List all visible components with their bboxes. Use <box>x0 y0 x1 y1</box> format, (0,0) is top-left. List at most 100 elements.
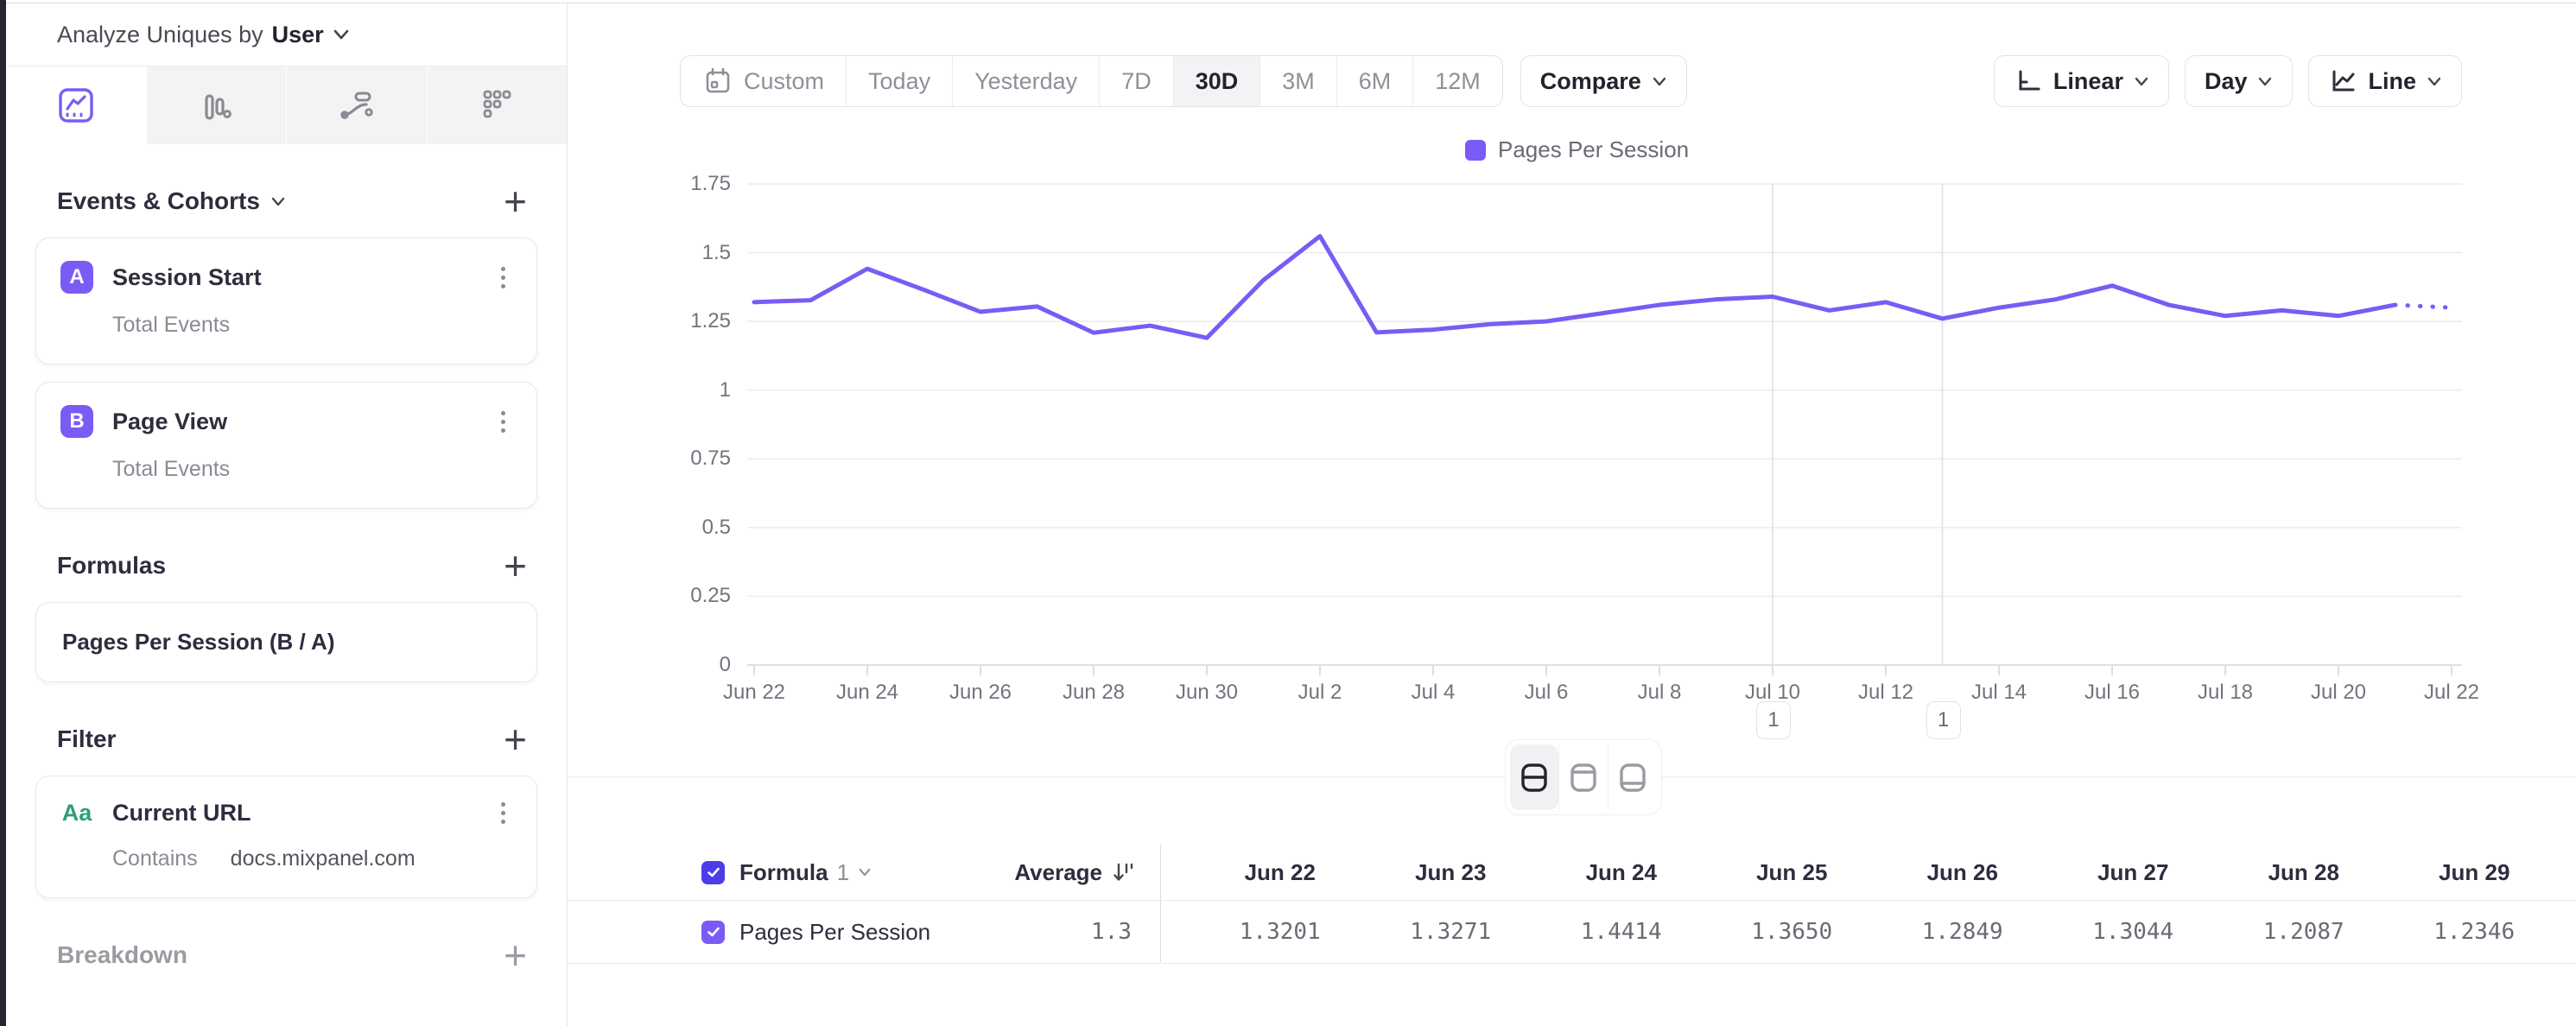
layout-toggle-group <box>1505 739 1662 815</box>
filter-menu-button[interactable] <box>494 799 512 827</box>
date-column-header: Jun 28 <box>2218 859 2389 886</box>
value-cell: 1.3201 <box>1195 919 1366 945</box>
filter-card-current-url[interactable]: Aa Current URL Contains docs.mixpanel.co… <box>35 776 537 898</box>
event-aggregation[interactable]: Total Events <box>112 313 230 338</box>
event-menu-button[interactable] <box>494 263 512 292</box>
layout-top-icon <box>1566 760 1601 795</box>
events-cohorts-title[interactable]: Events & Cohorts <box>57 187 286 215</box>
date-column-headers: Jun 22Jun 23Jun 24Jun 25Jun 26Jun 27Jun … <box>1195 859 2560 886</box>
formulas-title: Formulas <box>57 552 166 580</box>
date-column-header: Jun 26 <box>1877 859 2048 886</box>
date-column-header: Jun 23 <box>1366 859 1537 886</box>
add-breakdown-button[interactable]: + <box>504 942 537 968</box>
y-axis-label: 1.5 <box>567 241 731 265</box>
formula-card[interactable]: Pages Per Session (B / A) <box>35 602 537 682</box>
tab-insights[interactable] <box>6 66 147 144</box>
events-cohorts-header: Events & Cohorts + <box>35 187 537 215</box>
formula-selector[interactable]: Formula 1 <box>739 859 872 886</box>
average-column-header[interactable]: Average <box>1014 859 1133 886</box>
tab-flows[interactable] <box>287 66 428 144</box>
layout-split-icon <box>1517 760 1551 795</box>
formulas-header: Formulas + <box>35 552 537 580</box>
average-value: 1.3 <box>1091 919 1132 945</box>
insights-line-chart-icon <box>56 86 96 125</box>
scale-button[interactable]: Linear <box>1994 55 2169 107</box>
string-property-icon: Aa <box>60 800 93 826</box>
analyze-value-dropdown[interactable]: User <box>272 22 324 48</box>
event-aggregation[interactable]: Total Events <box>112 457 230 482</box>
series-name: Pages Per Session <box>739 919 930 946</box>
plot-area[interactable] <box>567 121 2576 812</box>
x-axis-label: Jul 4 <box>1368 681 1498 705</box>
date-column-header: Jun 29 <box>2389 859 2560 886</box>
chevron-down-icon <box>858 867 872 877</box>
range-label: Yesterday <box>974 68 1077 95</box>
chart-type-label: Line <box>2368 68 2416 95</box>
y-axis-label: 0 <box>567 653 731 677</box>
legend-item[interactable]: Pages Per Session <box>1465 136 1689 163</box>
value-cell: 1.2849 <box>1877 919 2048 945</box>
linear-scale-icon <box>2014 66 2043 96</box>
compare-button[interactable]: Compare <box>1520 55 1687 107</box>
layout-table-button[interactable] <box>1608 744 1657 810</box>
annotation-badge[interactable]: 1 <box>1756 701 1791 739</box>
range-7d[interactable]: 7D <box>1100 56 1174 106</box>
formula-number: 1 <box>837 859 849 886</box>
layout-chart-button[interactable] <box>1558 744 1608 810</box>
range-12m[interactable]: 12M <box>1413 56 1502 106</box>
range-30d-active[interactable]: 30D <box>1174 56 1261 106</box>
add-filter-button[interactable]: + <box>504 726 537 752</box>
layout-split-button[interactable] <box>1510 744 1558 810</box>
tab-funnels[interactable] <box>147 66 288 144</box>
check-icon <box>706 864 721 880</box>
add-formula-button[interactable]: + <box>504 553 537 579</box>
x-axis-label: Jun 22 <box>689 681 819 705</box>
event-card-page-view[interactable]: B Page View Total Events <box>35 382 537 509</box>
y-axis-label: 0.5 <box>567 516 731 540</box>
range-6m[interactable]: 6M <box>1337 56 1414 106</box>
flows-sankey-icon <box>337 86 377 125</box>
filter-title: Filter <box>57 725 116 753</box>
add-event-button[interactable]: + <box>504 188 537 214</box>
interval-button[interactable]: Day <box>2185 55 2294 107</box>
chart-type-button[interactable]: Line <box>2308 55 2462 107</box>
range-label: 12M <box>1435 68 1481 95</box>
chevron-down-icon <box>2257 76 2273 87</box>
table-row-pages-per-session[interactable]: Pages Per Session 1.3 1.32011.32711.4414… <box>568 900 2576 964</box>
range-yesterday[interactable]: Yesterday <box>953 56 1100 106</box>
date-column-header: Jun 27 <box>2048 859 2219 886</box>
x-axis-label: Jul 18 <box>2160 681 2290 705</box>
line-chart[interactable]: Pages Per Session 00.250.50.7511.251.51.… <box>567 121 2576 812</box>
series-line <box>754 236 2395 338</box>
collapsed-nav-strip <box>0 0 6 1026</box>
average-label: Average <box>1014 859 1102 886</box>
breakdown-title: Breakdown <box>57 941 187 969</box>
y-axis-label: 1.25 <box>567 309 731 333</box>
legend-swatch <box>1465 140 1486 161</box>
tab-retention[interactable] <box>428 66 568 144</box>
compare-label: Compare <box>1540 68 1641 95</box>
event-title: Session Start <box>112 264 262 291</box>
filter-value[interactable]: docs.mixpanel.com <box>231 846 416 871</box>
event-badge-b: B <box>60 405 93 438</box>
annotation-badge[interactable]: 1 <box>1926 701 1961 739</box>
sort-icon <box>1111 860 1133 884</box>
results-table: Formula 1 Average Jun 22Jun 23Jun 24Jun … <box>568 845 2576 964</box>
series-line-projected <box>2395 305 2452 307</box>
table-header-row: Formula 1 Average Jun 22Jun 23Jun 24Jun … <box>568 845 2576 900</box>
range-custom[interactable]: Custom <box>681 56 847 106</box>
range-label: 7D <box>1121 68 1152 95</box>
formula-label: Formula <box>739 859 828 886</box>
range-3m[interactable]: 3M <box>1260 56 1337 106</box>
event-card-session-start[interactable]: A Session Start Total Events <box>35 238 537 364</box>
event-title: Page View <box>112 408 227 435</box>
series-checkbox[interactable] <box>701 921 725 944</box>
filter-operator[interactable]: Contains <box>112 846 198 871</box>
scale-label: Linear <box>2053 68 2123 95</box>
y-axis-label: 0.25 <box>567 584 731 608</box>
range-today[interactable]: Today <box>847 56 953 106</box>
event-badge-a: A <box>60 261 93 294</box>
filter-header: Filter + <box>35 725 537 753</box>
event-menu-button[interactable] <box>494 408 512 436</box>
select-all-checkbox[interactable] <box>701 861 725 884</box>
